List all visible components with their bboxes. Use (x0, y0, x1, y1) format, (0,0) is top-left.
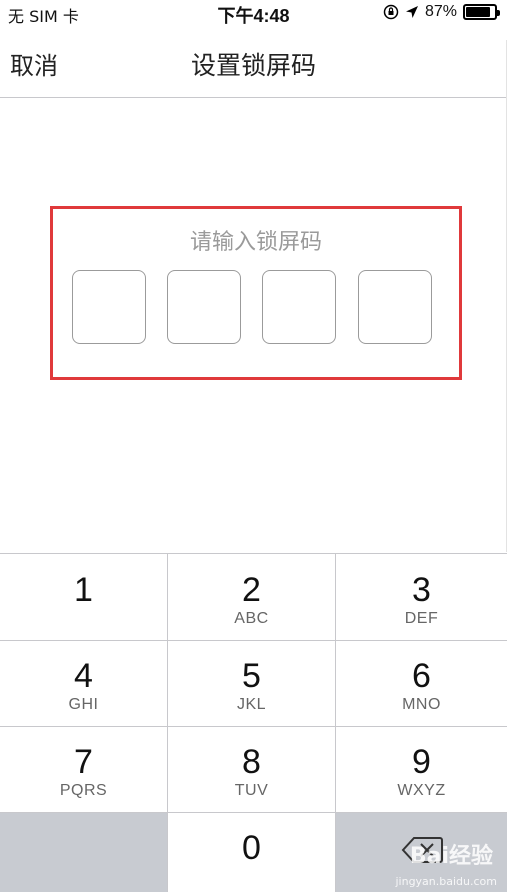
key-0[interactable]: 0 (168, 813, 335, 892)
numeric-keypad: 1 2 ABC 3 DEF 4 GHI 5 JKL 6 MNO 7 PQRS 8… (0, 553, 507, 892)
battery-fill (466, 7, 491, 17)
battery-icon (463, 4, 500, 20)
key-digit: 2 (242, 571, 261, 609)
key-9[interactable]: 9 WXYZ (336, 727, 507, 812)
key-letters: GHI (68, 696, 99, 713)
key-2[interactable]: 2 ABC (168, 554, 335, 640)
key-digit: 8 (242, 743, 261, 781)
keypad-divider (0, 726, 507, 727)
key-8[interactable]: 8 TUV (168, 727, 335, 812)
keypad-divider (167, 554, 168, 892)
key-digit: 6 (412, 657, 431, 695)
keypad-divider (0, 812, 507, 813)
key-letters: PQRS (59, 782, 108, 799)
passcode-digit-box-3[interactable] (262, 270, 336, 344)
keypad-blank-key (0, 813, 167, 892)
key-digit: 7 (74, 743, 93, 781)
status-right-group: 87% (383, 3, 500, 21)
nav-bar: 取消 设置锁屏码 (0, 26, 507, 98)
key-digit: 5 (242, 657, 261, 695)
location-arrow-icon (405, 6, 418, 18)
passcode-digit-box-2[interactable] (167, 270, 241, 344)
watermark-url: jingyan.baidu.com (395, 875, 497, 888)
key-letters: TUV (234, 782, 269, 799)
key-letters: MNO (402, 696, 441, 713)
key-4[interactable]: 4 GHI (0, 641, 167, 726)
passcode-prompt: 请输入锁屏码 (189, 230, 322, 255)
key-digit: 4 (74, 657, 93, 695)
passcode-digit-box-4[interactable] (358, 270, 432, 344)
key-letters: JKL (236, 696, 267, 713)
key-digit: 0 (242, 829, 261, 867)
key-3[interactable]: 3 DEF (336, 554, 507, 640)
key-digit: 1 (74, 571, 93, 609)
keypad-divider (0, 640, 507, 641)
key-letters: WXYZ (397, 782, 446, 799)
page-title: 设置锁屏码 (190, 51, 316, 80)
key-digit: 3 (412, 571, 431, 609)
battery-percent: 87% (424, 3, 457, 20)
key-1[interactable]: 1 (0, 554, 167, 640)
key-letters: DEF (404, 610, 439, 627)
key-digit: 9 (412, 743, 431, 781)
key-letters: ABC (234, 610, 269, 627)
passcode-digit-box-1[interactable] (72, 270, 146, 344)
status-bar: 无 SIM 卡 下午4:48 87% (0, 0, 507, 26)
orientation-lock-icon (383, 4, 399, 20)
watermark-logo: Bai经验 (409, 844, 493, 869)
key-6[interactable]: 6 MNO (336, 641, 507, 726)
key-5[interactable]: 5 JKL (168, 641, 335, 726)
key-7[interactable]: 7 PQRS (0, 727, 167, 812)
keypad-divider (335, 554, 336, 892)
